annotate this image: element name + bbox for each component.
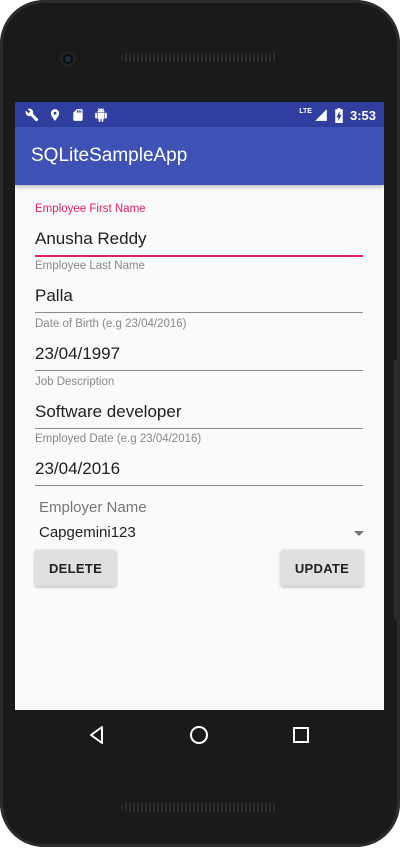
last-name-field[interactable]: Employee Last Name Palla xyxy=(35,259,363,313)
battery-charging-icon xyxy=(335,107,343,123)
back-icon[interactable] xyxy=(85,723,109,747)
job-description-field[interactable]: Job Description Software developer xyxy=(35,375,363,429)
dropdown-arrow-icon[interactable] xyxy=(354,531,364,536)
signal-icon xyxy=(315,109,327,121)
first-name-field[interactable]: Employee First Name Anusha Reddy xyxy=(35,202,363,257)
phone-frame: LTE 3:53 SQLiteSampleApp Employee First … xyxy=(0,0,400,847)
employed-date-input[interactable]: 23/04/2016 xyxy=(35,459,363,479)
dob-underline xyxy=(35,370,363,371)
android-icon xyxy=(95,108,107,122)
employed-date-label: Employed Date (e.g 23/04/2016) xyxy=(35,433,202,445)
wrench-icon xyxy=(25,108,39,122)
status-right: LTE 3:53 xyxy=(299,106,376,124)
dob-field[interactable]: Date of Birth (e.g 23/04/2016) 23/04/199… xyxy=(35,317,363,371)
navigation-bar xyxy=(15,710,384,760)
last-name-underline xyxy=(35,312,363,313)
dob-input[interactable]: 23/04/1997 xyxy=(35,344,363,364)
status-icons xyxy=(25,107,108,123)
status-bar: LTE 3:53 xyxy=(15,102,384,127)
front-camera xyxy=(60,51,76,67)
employer-name-spinner[interactable]: Capgemini123 xyxy=(39,522,364,544)
last-name-label: Employee Last Name xyxy=(35,260,145,272)
first-name-input[interactable]: Anusha Reddy xyxy=(35,229,363,249)
phone-side-edge xyxy=(394,360,400,620)
job-description-input[interactable]: Software developer xyxy=(35,402,363,422)
job-description-label: Job Description xyxy=(35,376,115,388)
job-description-underline xyxy=(35,428,363,429)
sd-card-icon xyxy=(73,109,83,121)
employer-name-label: Employer Name xyxy=(39,499,147,516)
home-icon[interactable] xyxy=(187,723,211,747)
delete-button[interactable]: DELETE xyxy=(35,550,116,586)
dob-label: Date of Birth (e.g 23/04/2016) xyxy=(35,318,187,330)
first-name-underline xyxy=(35,255,363,257)
bottom-speaker xyxy=(121,803,277,812)
app-title: SQLiteSampleApp xyxy=(31,145,188,166)
employer-name-value: Capgemini123 xyxy=(39,524,136,541)
update-button[interactable]: UPDATE xyxy=(281,550,363,586)
employed-date-underline xyxy=(35,485,363,486)
app-bar: SQLiteSampleApp xyxy=(15,127,384,185)
first-name-label: Employee First Name xyxy=(35,203,146,215)
employed-date-field[interactable]: Employed Date (e.g 23/04/2016) 23/04/201… xyxy=(35,432,363,486)
earpiece-speaker xyxy=(121,53,277,62)
network-type-label: LTE xyxy=(299,107,312,115)
recents-icon[interactable] xyxy=(289,723,313,747)
last-name-input[interactable]: Palla xyxy=(35,286,363,306)
location-icon xyxy=(50,109,60,121)
status-time: 3:53 xyxy=(349,107,376,123)
screen: LTE 3:53 SQLiteSampleApp Employee First … xyxy=(15,102,384,710)
